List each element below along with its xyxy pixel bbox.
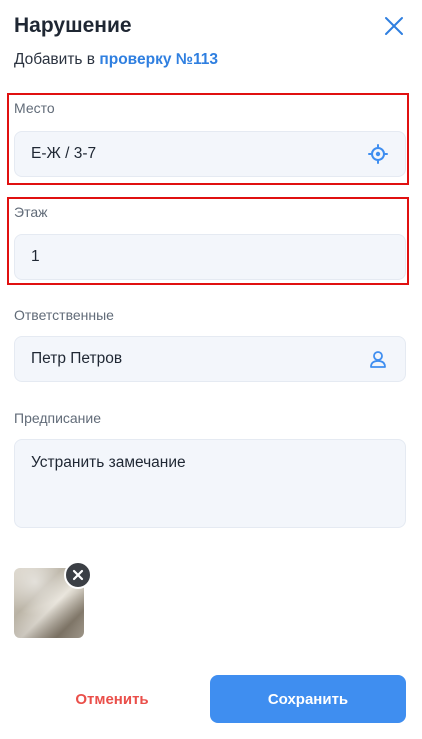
responsible-field[interactable]: Петр Петров [14,336,406,382]
remove-attachment-button[interactable] [64,561,92,589]
page-title: Нарушение [14,14,132,37]
place-value: Е-Ж / 3-7 [31,145,97,162]
user-icon[interactable] [367,348,389,370]
location-target-icon[interactable] [367,143,389,165]
prescription-label: Предписание [14,410,102,426]
close-icon [72,569,84,581]
violation-form-page: Нарушение Добавить в проверку №113 Место… [0,0,422,739]
responsible-value: Петр Петров [31,350,123,367]
close-button[interactable] [384,16,404,36]
subtitle-prefix: Добавить в [14,51,100,68]
floor-field[interactable]: 1 [14,234,406,280]
prescription-value: Устранить замечание [31,454,186,471]
close-icon [385,17,403,35]
cancel-button[interactable]: Отменить [14,675,210,723]
place-field[interactable]: Е-Ж / 3-7 [14,131,406,177]
responsible-label: Ответственные [14,307,114,323]
prescription-textarea[interactable]: Устранить замечание [14,439,406,528]
place-label: Место [14,100,55,116]
floor-label: Этаж [14,204,48,220]
inspection-link[interactable]: проверку №113 [99,51,218,68]
save-button[interactable]: Сохранить [210,675,406,723]
floor-value: 1 [31,248,40,265]
page-subtitle: Добавить в проверку №113 [14,51,218,69]
